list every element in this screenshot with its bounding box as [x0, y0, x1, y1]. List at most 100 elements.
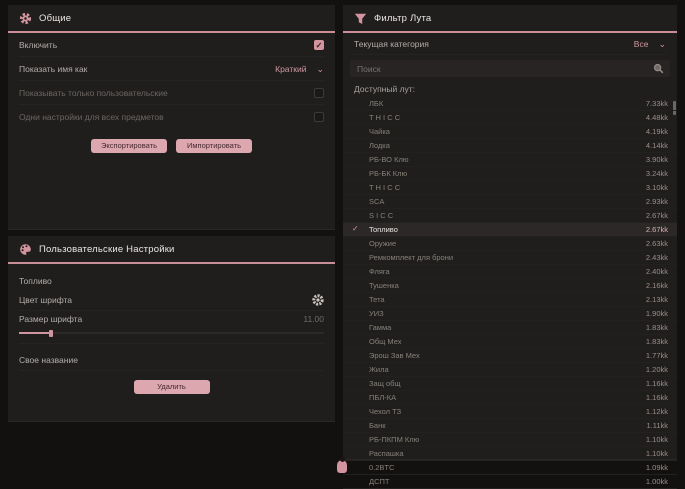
font-size-slider[interactable] [19, 329, 324, 344]
loot-item-name: РБ-ВО Клю [369, 155, 408, 164]
font-color-row[interactable]: Цвет шрифта [19, 290, 324, 311]
loot-item-row[interactable]: T H I C C3.10kk [343, 181, 677, 195]
category-label: Текущая категория [354, 39, 429, 49]
loot-item-name: Защ общ [369, 379, 401, 388]
chevron-down-icon: ⌄ [316, 65, 324, 73]
general-panel: Общие Включить✓Показать имя какКраткий⌄П… [8, 5, 335, 230]
checkbox[interactable] [314, 88, 324, 98]
settings-row: Включить✓ [19, 33, 324, 57]
loot-item-value: 3.10kk [646, 183, 668, 192]
chevron-down-icon: ⌄ [658, 40, 666, 48]
loot-item-name: Лодка [369, 141, 390, 150]
loot-item-value: 7.33kk [646, 99, 668, 108]
custom-settings-panel: Пользовательские Настройки Топливо Цвет … [8, 236, 335, 422]
settings-row-label: Одни настройки для всех предметов [19, 112, 164, 122]
loot-item-row[interactable]: РБ-ВО Клю3.90kk [343, 153, 677, 167]
loot-item-row[interactable]: S I C C2.67kk [343, 209, 677, 223]
loot-item-row[interactable]: Лодка 4.14kk [343, 139, 677, 153]
general-panel-header: Общие [8, 5, 335, 33]
loot-item-name: Тушенка [369, 281, 399, 290]
loot-item-name: Жила [369, 365, 389, 374]
loot-item-row[interactable]: Тета 2.13kk [343, 293, 677, 307]
loot-item-value: 1.00kk [646, 477, 668, 486]
loot-item-row[interactable]: Эрош Зав Мех1.77kk [343, 349, 677, 363]
loot-item-name: SCA [369, 197, 384, 206]
loot-item-value: 1.11kk [646, 421, 668, 430]
slider-track[interactable] [19, 332, 324, 334]
loot-item-row[interactable]: РБ-БК Клю 3.24kk [343, 167, 677, 181]
custom-name-input[interactable] [86, 354, 324, 366]
loot-item-name: T H I C C [369, 113, 400, 122]
loot-item-value: 1.77kk [646, 351, 668, 360]
loot-item-value: 3.24kk [646, 169, 668, 178]
loot-item-name: ПБЛ-КА [369, 393, 396, 402]
gear-icon [19, 12, 32, 25]
loot-item-name: ДСПТ [369, 477, 389, 486]
loot-item-row[interactable]: Общ Мех1.83kk [343, 335, 677, 349]
search-input[interactable] [355, 63, 652, 75]
loot-item-value: 2.16kk [646, 281, 668, 290]
loot-item-row[interactable]: Ремкомплект для брони2.43kk [343, 251, 677, 265]
loot-item-row[interactable]: ДСПТ 1.00kk [343, 475, 677, 489]
loot-item-row[interactable]: Гамма1.83kk [343, 321, 677, 335]
loot-item-name: Оружие [369, 239, 396, 248]
custom-settings-header: Пользовательские Настройки [8, 236, 335, 264]
loot-item-name: Чайка [369, 127, 390, 136]
font-size-value: 11.00 [303, 314, 324, 324]
settings-row: Показать имя какКраткий⌄ [19, 57, 324, 81]
loot-item-value: 4.14kk [646, 141, 668, 150]
import-button[interactable]: Импортировать [176, 139, 252, 153]
funnel-icon [354, 12, 367, 25]
loot-item-row[interactable]: Банк1.11kk [343, 419, 677, 433]
loot-item-value: 2.13kk [646, 295, 668, 304]
general-rows: Включить✓Показать имя какКраткий⌄Показыв… [8, 33, 335, 128]
loot-item-name: Тета [369, 295, 385, 304]
export-button[interactable]: Экспортировать [91, 139, 167, 153]
loot-item-value: 1.16kk [646, 379, 668, 388]
loot-item-value: 2.93kk [646, 197, 668, 206]
loot-item-name: Чехол ТЗ [369, 407, 401, 416]
loot-item-value: 4.48kk [646, 113, 668, 122]
color-wheel-icon[interactable] [311, 294, 324, 307]
loot-item-name: Ремкомплект для брони [369, 253, 453, 262]
loot-item-value: 4.19kk [646, 127, 668, 136]
font-color-label: Цвет шрифта [19, 295, 72, 305]
loot-item-name: Распашка [369, 449, 404, 458]
category-select[interactable]: Все ⌄ [634, 39, 666, 49]
available-loot-label: Доступный лут: [354, 84, 666, 94]
loot-item-row[interactable]: Чайка 4.19kk [343, 125, 677, 139]
loot-item-row[interactable]: Оружие2.63kk [343, 237, 677, 251]
loot-item-value: 1.10kk [646, 435, 668, 444]
loot-filter-panel: Фильтр Лута Текущая категория Все ⌄ Дост… [343, 5, 677, 460]
loot-item-row[interactable]: Фляга2.40kk [343, 265, 677, 279]
loot-item-row[interactable]: Жила 1.20kk [343, 363, 677, 377]
loot-item-value: 1.90kk [646, 309, 668, 318]
custom-settings-title: Пользовательские Настройки [39, 244, 175, 255]
search-icon[interactable] [652, 62, 665, 75]
select-control[interactable]: Краткий⌄ [275, 64, 324, 74]
loot-item-row[interactable]: ПБЛ-КА 1.16kk [343, 391, 677, 405]
loot-item-row[interactable]: РБ-ПКПМ Клю1.10kk [343, 433, 677, 447]
checkbox[interactable] [314, 112, 324, 122]
loot-item-value: 1.20kk [646, 365, 668, 374]
general-buttons: Экспортировать Импортировать [8, 139, 335, 153]
delete-button[interactable]: Удалить [134, 380, 210, 394]
loot-item-name: S I C C [369, 211, 393, 220]
loot-item-row[interactable]: SCA 2.93kk [343, 195, 677, 209]
delete-button-row: Удалить [8, 380, 335, 394]
cursor-icon [337, 460, 347, 473]
loot-item-row[interactable]: Тушенка 2.16kk [343, 279, 677, 293]
loot-item-value: 1.16kk [646, 393, 668, 402]
loot-item-row[interactable]: Распашка1.10kk [343, 447, 677, 461]
check-icon: ✓ [352, 224, 359, 233]
checkbox[interactable]: ✓ [314, 40, 324, 50]
loot-item-row[interactable]: ✓Топливо2.67kk [343, 223, 677, 237]
loot-item-row[interactable]: T H I C C 4.48kk [343, 111, 677, 125]
loot-item-row[interactable]: ЛБК7.33kk [343, 97, 677, 111]
loot-item-row[interactable]: УИЗ1.90kk [343, 307, 677, 321]
loot-item-name: РБ-БК Клю [369, 169, 407, 178]
loot-item-row[interactable]: Защ общ 1.16kk [343, 377, 677, 391]
loot-item-row[interactable]: Чехол ТЗ1.12kk [343, 405, 677, 419]
custom-name-row[interactable]: Свое название [19, 350, 324, 371]
slider-thumb[interactable] [49, 330, 53, 337]
